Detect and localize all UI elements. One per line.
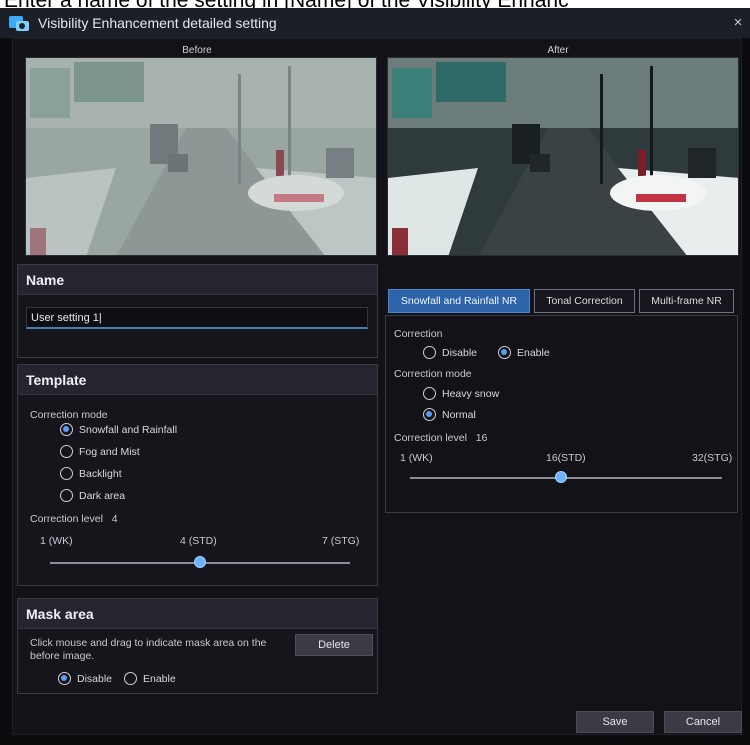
radio-button-icon bbox=[60, 467, 73, 480]
nr-scale-mid: 16(STD) bbox=[546, 452, 586, 464]
template-level-slider-thumb[interactable] bbox=[194, 556, 206, 568]
dialog-window: Visibility Enhancement detailed setting … bbox=[0, 8, 750, 745]
template-scale-mid: 4 (STD) bbox=[180, 535, 217, 547]
after-label: After bbox=[547, 45, 569, 56]
nr-correction-mode-label: Correction mode bbox=[394, 368, 472, 380]
radio-dark-area[interactable]: Dark area bbox=[60, 489, 125, 502]
template-scale-max: 7 (STG) bbox=[322, 535, 360, 547]
template-correction-level-value: 4 bbox=[111, 513, 118, 525]
cancel-button[interactable]: Cancel bbox=[664, 711, 742, 733]
nr-level-slider-thumb[interactable] bbox=[554, 471, 567, 483]
radio-mask-disable[interactable]: Disable bbox=[58, 672, 112, 685]
nr-correction-level-value: 16 bbox=[475, 432, 488, 444]
radio-button-icon bbox=[58, 672, 71, 685]
name-field[interactable] bbox=[26, 307, 368, 329]
nr-scale-max: 32(STG) bbox=[692, 452, 733, 464]
save-button[interactable]: Save bbox=[576, 711, 654, 733]
radio-correction-disable[interactable]: Disable bbox=[423, 346, 477, 359]
tab-multi-frame-nr[interactable]: Multi-frame NR bbox=[639, 289, 734, 313]
template-correction-mode-label: Correction mode bbox=[30, 409, 108, 421]
radio-button-icon bbox=[423, 346, 436, 359]
mask-area-panel: Mask area Click mouse and drag to indica… bbox=[17, 598, 378, 694]
radio-button-icon bbox=[423, 387, 436, 400]
radio-correction-enable[interactable]: Enable bbox=[498, 346, 550, 359]
radio-fog-mist[interactable]: Fog and Mist bbox=[60, 445, 140, 458]
template-panel: Template Correction mode Snowfall and Ra… bbox=[17, 364, 378, 586]
radio-backlight[interactable]: Backlight bbox=[60, 467, 122, 480]
after-image bbox=[387, 57, 739, 256]
template-heading: Template bbox=[18, 365, 377, 395]
nr-correction-level-label: Correction level 16 bbox=[394, 432, 488, 444]
close-icon[interactable]: × bbox=[730, 14, 746, 31]
name-panel: Name bbox=[17, 264, 378, 358]
before-label: Before bbox=[182, 45, 212, 56]
template-scale-min: 1 (WK) bbox=[40, 535, 73, 547]
nr-scale-min: 1 (WK) bbox=[400, 452, 433, 464]
title-bar: Visibility Enhancement detailed setting … bbox=[0, 8, 750, 38]
radio-normal[interactable]: Normal bbox=[423, 408, 476, 421]
dialog-content: Before After Name User setting 1| Templa… bbox=[12, 38, 742, 735]
before-image[interactable] bbox=[25, 57, 377, 256]
radio-button-icon bbox=[498, 346, 511, 359]
mask-instructions: Click mouse and drag to indicate mask ar… bbox=[30, 637, 267, 662]
nr-settings-panel: Correction Disable Enable Correction mod… bbox=[385, 315, 738, 513]
window-title: Visibility Enhancement detailed setting bbox=[38, 15, 277, 31]
radio-snowfall-rainfall[interactable]: Snowfall and Rainfall bbox=[60, 423, 177, 436]
radio-button-icon bbox=[60, 423, 73, 436]
mask-area-heading: Mask area bbox=[18, 599, 377, 629]
tab-tonal-correction[interactable]: Tonal Correction bbox=[534, 289, 635, 313]
camera-app-icon bbox=[8, 13, 30, 33]
radio-mask-enable[interactable]: Enable bbox=[124, 672, 176, 685]
nr-correction-label: Correction bbox=[394, 328, 443, 340]
radio-button-icon bbox=[60, 445, 73, 458]
radio-button-icon bbox=[423, 408, 436, 421]
radio-button-icon bbox=[60, 489, 73, 502]
name-heading: Name bbox=[18, 265, 377, 295]
radio-heavy-snow[interactable]: Heavy snow bbox=[423, 387, 499, 400]
delete-button[interactable]: Delete bbox=[295, 634, 373, 656]
tab-snowfall-rainfall-nr[interactable]: Snowfall and Rainfall NR bbox=[388, 289, 530, 313]
radio-button-icon bbox=[124, 672, 137, 685]
template-correction-level-label: Correction level 4 bbox=[30, 513, 118, 525]
